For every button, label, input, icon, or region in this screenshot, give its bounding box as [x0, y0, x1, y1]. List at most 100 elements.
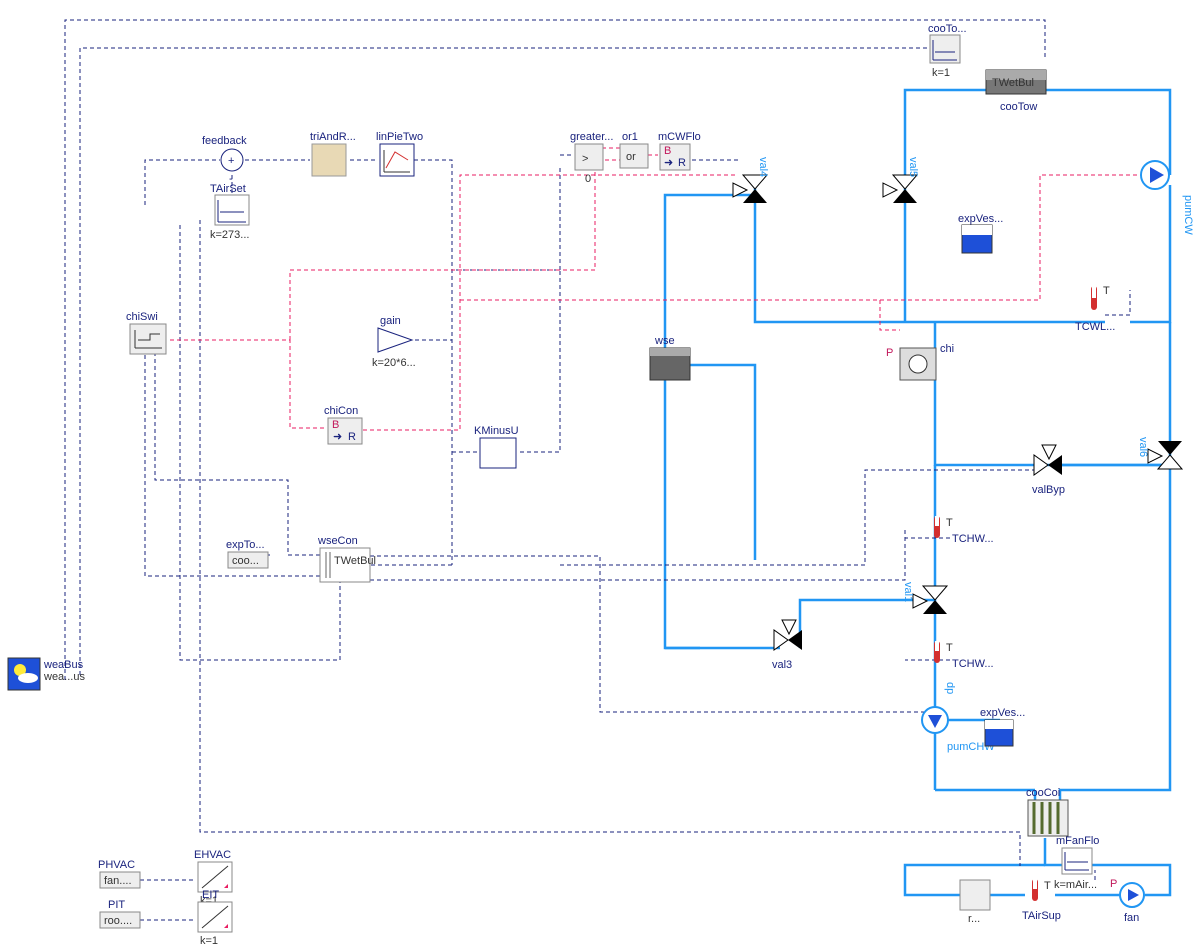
label-EIT-k: k=1 [200, 935, 218, 947]
block-TCHW1[interactable]: T TCHW... [934, 516, 994, 545]
block-cooTo[interactable]: cooTo... k=1 [928, 23, 967, 79]
label-PHVAC: PHVAC [98, 859, 135, 871]
label-gt: > [582, 153, 588, 165]
pink-signals [170, 148, 1155, 430]
label-TAirSet-k: k=273... [210, 229, 249, 241]
label-PIT: PIT [108, 899, 125, 911]
label-expTo: expTo... [226, 539, 265, 551]
block-valByp[interactable]: valByp [1032, 445, 1065, 496]
arrow-icon-2: ➜ [333, 431, 342, 443]
label-mCWFlo: mCWFlo [658, 131, 701, 143]
label-fan: fan [1124, 912, 1139, 924]
label-gain-k: k=20*6... [372, 357, 416, 369]
label-TCHW1: TCHW... [952, 533, 994, 545]
label-TCWL: TCWL... [1075, 321, 1115, 333]
label-chiSwi: chiSwi [126, 311, 158, 323]
block-TAirSet[interactable]: TAirSet k=273... [210, 183, 249, 241]
label-TCHW2: TCHW... [952, 658, 994, 670]
label-mFanFlo-k: k=mAir... [1054, 879, 1097, 891]
label-EHVAC: EHVAC [194, 849, 231, 861]
label-dp: dp [944, 682, 956, 694]
block-fan[interactable]: P fan [1110, 878, 1144, 924]
block-expTo[interactable]: coo... expTo... [226, 539, 268, 568]
svg-text:+: + [228, 155, 234, 167]
label-pumCW: pumCW [1182, 195, 1194, 235]
block-triAndR[interactable]: triAndR... [310, 131, 356, 176]
label-valByp: valByp [1032, 484, 1065, 496]
label-T-tchw1: T [946, 517, 953, 529]
block-pumCW[interactable]: pumCW [1141, 161, 1194, 235]
label-weaBus: weaBus [43, 659, 84, 671]
label-feedback: feedback [202, 135, 247, 147]
block-expVes1[interactable]: expVes... [958, 213, 1003, 253]
block-KMinusU[interactable]: KMinusU [474, 425, 519, 468]
block-wse[interactable]: wse [650, 335, 690, 380]
block-TCHW2[interactable]: T TCHW... [934, 641, 994, 670]
label-cooTo-k: k=1 [932, 67, 950, 79]
label-TAirSup: TAirSup [1022, 910, 1061, 922]
label-B1: B [664, 145, 671, 157]
block-PHVAC[interactable]: fan.... PHVAC [98, 859, 140, 888]
label-fan-box: fan.... [104, 875, 132, 887]
block-cooCoi[interactable]: cooCoi [1026, 787, 1068, 836]
block-chiCon[interactable]: B R ➜ chiCon [324, 405, 362, 444]
label-TWetBul-mid: TWetBul [334, 555, 376, 567]
label-gain: gain [380, 315, 401, 327]
block-weaBus[interactable]: weaBus wea...us [8, 658, 85, 690]
block-expVes2[interactable]: expVes... [980, 707, 1025, 746]
label-EIT: EIT [202, 889, 219, 901]
label-T-tchw2: T [946, 642, 953, 654]
label-roo: roo.... [104, 915, 132, 927]
label-cooCoi: cooCoi [1026, 787, 1060, 799]
block-room[interactable]: r... [960, 880, 990, 925]
block-val5[interactable]: val5 [883, 157, 919, 203]
label-or1: or1 [622, 131, 638, 143]
label-r: r... [968, 913, 980, 925]
label-T-tairsup: T [1044, 880, 1051, 892]
label-greater: greater... [570, 131, 613, 143]
block-PIT[interactable]: roo.... PIT [100, 899, 140, 928]
label-weaBus2: wea...us [43, 671, 85, 683]
block-mCWFlo[interactable]: B R ➜ mCWFlo [658, 131, 701, 170]
label-val4: val4 [757, 157, 769, 177]
block-EIT[interactable]: EIT k=1 [198, 889, 232, 947]
arrow-icon: ➜ [664, 157, 673, 169]
label-expVes2: expVes... [980, 707, 1025, 719]
block-mFanFlo[interactable]: mFanFlo k=mAir... [1054, 835, 1099, 891]
block-val1[interactable]: val1 [902, 582, 947, 614]
block-val3[interactable]: val3 [772, 620, 802, 671]
label-P-chi: P [886, 347, 893, 359]
label-val6: val6 [1137, 437, 1149, 457]
block-chi[interactable]: P chi [886, 343, 954, 380]
block-gain[interactable]: gain k=20*6... [372, 315, 416, 369]
label-TAirSet: TAirSet [210, 183, 246, 195]
label-cooTo: cooTo... [928, 23, 967, 35]
block-twetbul-top[interactable]: TWetBul cooTow [986, 70, 1046, 113]
label-cooTow: cooTow [1000, 101, 1037, 113]
label-mFanFlo: mFanFlo [1056, 835, 1099, 847]
label-chi: chi [940, 343, 954, 355]
label-linPieTwo: linPieTwo [376, 131, 423, 143]
block-or1[interactable]: or or1 [620, 131, 648, 168]
label-val3: val3 [772, 659, 792, 671]
label-wseCon: wseCon [317, 535, 358, 547]
label-B2: B [332, 419, 339, 431]
label-triAndR: triAndR... [310, 131, 356, 143]
block-TCWL[interactable]: T TCWL... [1075, 285, 1115, 333]
diagram-canvas: cooTo... k=1 TWetBul cooTow pumCW + - fe… [0, 0, 1201, 949]
label-P-fan: P [1110, 878, 1117, 890]
label-coo: coo... [232, 555, 259, 567]
label-KMinusU: KMinusU [474, 425, 519, 437]
label-gt-sub: 0 [585, 173, 591, 185]
pipe-network [665, 90, 1170, 895]
label-R2: R [348, 431, 356, 443]
label-T-tcwl: T [1103, 285, 1110, 297]
label-or: or [626, 151, 636, 163]
label-val1: val1 [902, 582, 914, 602]
label-chiCon: chiCon [324, 405, 358, 417]
block-greater[interactable]: > greater... 0 [570, 131, 613, 185]
block-chiSwi[interactable]: chiSwi [126, 311, 166, 354]
block-wseCon[interactable]: TWetBul wseCon [317, 535, 376, 582]
label-expVes1: expVes... [958, 213, 1003, 225]
block-linPieTwo[interactable]: linPieTwo [376, 131, 423, 176]
